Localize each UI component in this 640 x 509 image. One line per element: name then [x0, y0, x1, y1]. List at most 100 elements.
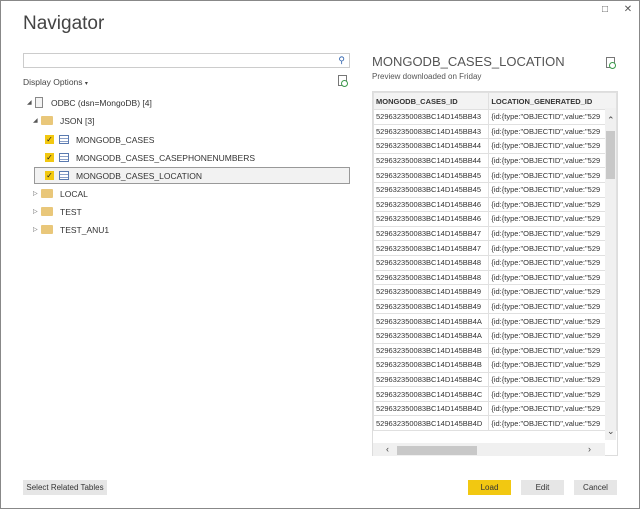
table-cell: 529632350083BC14D145BB45	[373, 181, 490, 198]
table-row: 529632350083BC14D145BB48 {id:{type:"OBJEC…	[373, 269, 617, 286]
table-cell: {id:{type:"OBJECTID",value:"529	[488, 181, 617, 198]
table-icon	[59, 171, 69, 180]
folder-icon	[41, 189, 53, 198]
table-row: 529632350083BC14D145BB45 {id:{type:"OBJEC…	[373, 181, 617, 198]
table-row: 529632350083BC14D145BB4C {id:{type:"OBJEC…	[373, 371, 617, 388]
select-related-tables-button[interactable]: Select Related Tables	[23, 480, 107, 495]
table-cell: {id:{type:"OBJECTID",value:"529	[488, 109, 617, 125]
table-cell: {id:{type:"OBJECTID",value:"529	[488, 196, 617, 213]
table-cell: 529632350083BC14D145BB4C	[373, 371, 490, 388]
expanded-icon[interactable]: ◢	[33, 117, 41, 124]
table-cell: 529632350083BC14D145BB4B	[373, 342, 490, 359]
table-cell: 529632350083BC14D145BB49	[373, 298, 490, 315]
tree-node-folder[interactable]: ▷ TEST	[33, 203, 82, 220]
table-row: 529632350083BC14D145BB4B {id:{type:"OBJEC…	[373, 342, 617, 359]
table-cell: 529632350083BC14D145BB43	[373, 109, 490, 125]
checkbox[interactable]: ✓	[45, 153, 54, 162]
table-row: 529632350083BC14D145BB4B {id:{type:"OBJEC…	[373, 357, 617, 373]
scroll-down-icon[interactable]: ⌄	[607, 426, 615, 437]
table-cell: {id:{type:"OBJECTID",value:"529	[488, 123, 617, 140]
node-label: MONGODB_CASES	[76, 134, 155, 145]
table-row: 529632350083BC14D145BB45 {id:{type:"OBJEC…	[373, 167, 617, 183]
collapsed-icon[interactable]: ▷	[33, 226, 41, 233]
node-label: JSON [3]	[60, 115, 95, 126]
folder-icon	[41, 116, 53, 125]
dialog-title: Navigator	[23, 13, 105, 34]
preview-subtitle: Preview downloaded on Friday	[372, 72, 482, 81]
table-cell: {id:{type:"OBJECTID",value:"529	[488, 211, 617, 227]
tree-item-table[interactable]: ✓ MONGODB_CASES	[45, 131, 154, 148]
scroll-left-icon[interactable]: ‹	[386, 444, 389, 454]
table-cell: 529632350083BC14D145BB46	[373, 211, 490, 227]
table-cell: 529632350083BC14D145BB46	[373, 196, 490, 213]
tree-node-folder[interactable]: ▷ TEST_ANU1	[33, 221, 109, 238]
preview-refresh-icon[interactable]	[606, 57, 616, 69]
table-cell: 529632350083BC14D145BB4D	[373, 415, 490, 432]
table-row: 529632350083BC14D145BB4A {id:{type:"OBJEC…	[373, 327, 617, 344]
table-cell: {id:{type:"OBJECTID",value:"529	[488, 167, 617, 183]
tree-node-json[interactable]: ◢ JSON [3]	[33, 112, 94, 129]
preview-title: MONGODB_CASES_LOCATION	[372, 54, 565, 69]
close-button[interactable]: ✕	[621, 4, 635, 15]
scroll-up-icon[interactable]: ⌃	[607, 115, 615, 126]
table-row: 529632350083BC14D145BB44 {id:{type:"OBJEC…	[373, 152, 617, 169]
node-label: TEST	[60, 206, 82, 217]
folder-icon	[41, 225, 53, 234]
table-cell: 529632350083BC14D145BB4A	[373, 327, 490, 344]
table-cell: {id:{type:"OBJECTID",value:"529	[488, 138, 617, 154]
node-label: ODBC (dsn=MongoDB) [4]	[51, 97, 152, 108]
table-row: 529632350083BC14D145BB46 {id:{type:"OBJEC…	[373, 211, 617, 227]
table-cell: {id:{type:"OBJECTID",value:"529	[488, 254, 617, 271]
table-cell: 529632350083BC14D145BB43	[373, 123, 490, 140]
refresh-icon[interactable]	[338, 75, 348, 87]
table-row: 529632350083BC14D145BB43 {id:{type:"OBJEC…	[373, 123, 617, 140]
table-row: 529632350083BC14D145BB49 {id:{type:"OBJEC…	[373, 298, 617, 315]
table-cell: {id:{type:"OBJECTID",value:"529	[488, 386, 617, 402]
expanded-icon[interactable]: ◢	[27, 99, 35, 106]
table-row: 529632350083BC14D145BB4D {id:{type:"OBJEC…	[373, 400, 617, 417]
table-cell: {id:{type:"OBJECTID",value:"529	[488, 342, 617, 359]
table-row: 529632350083BC14D145BB4C {id:{type:"OBJEC…	[373, 386, 617, 402]
tree-item-table[interactable]: ✓ MONGODB_CASES_CASEPHONENUMBERS	[45, 149, 255, 166]
checkbox[interactable]: ✓	[45, 171, 54, 180]
table-cell: {id:{type:"OBJECTID",value:"529	[488, 357, 617, 373]
table-row: 529632350083BC14D145BB44 {id:{type:"OBJEC…	[373, 138, 617, 154]
table-row: 529632350083BC14D145BB43 {id:{type:"OBJEC…	[373, 109, 617, 125]
display-options-label: Display Options	[23, 77, 83, 87]
display-options-dropdown[interactable]: Display Options ▾	[23, 77, 88, 87]
collapsed-icon[interactable]: ▷	[33, 190, 41, 197]
collapsed-icon[interactable]: ▷	[33, 208, 41, 215]
table-cell: 529632350083BC14D145BB4A	[373, 313, 490, 329]
table-cell: 529632350083BC14D145BB44	[373, 152, 490, 169]
table-cell: {id:{type:"OBJECTID",value:"529	[488, 152, 617, 169]
checkbox[interactable]: ✓	[45, 135, 54, 144]
table-cell: 529632350083BC14D145BB47	[373, 240, 490, 256]
chevron-down-icon: ▾	[84, 81, 88, 87]
table-row: 529632350083BC14D145BB46 {id:{type:"OBJEC…	[373, 196, 617, 213]
preview-table: MONGODB_CASES_ID LOCATION_GENERATED_ID 52…	[372, 91, 618, 456]
table-cell: 529632350083BC14D145BB4C	[373, 386, 490, 402]
edit-button[interactable]: Edit	[521, 480, 564, 495]
tree-node-odbc[interactable]: ◢ ODBC (dsn=MongoDB) [4]	[27, 94, 152, 111]
vertical-scroll-thumb[interactable]	[606, 131, 615, 179]
node-label: TEST_ANU1	[60, 224, 110, 235]
folder-icon	[41, 207, 53, 216]
column-header: LOCATION_GENERATED_ID	[488, 92, 617, 110]
table-icon	[59, 153, 69, 162]
search-icon[interactable]: ⚲	[338, 55, 345, 66]
table-row: 529632350083BC14D145BB4D {id:{type:"OBJEC…	[373, 415, 617, 432]
table-row: 529632350083BC14D145BB4A {id:{type:"OBJEC…	[373, 313, 617, 329]
table-cell: {id:{type:"OBJECTID",value:"529	[488, 284, 617, 300]
cancel-button[interactable]: Cancel	[574, 480, 617, 495]
tree-item-table[interactable]: ✓ MONGODB_CASES_LOCATION	[34, 167, 350, 184]
restore-button[interactable]: □	[598, 4, 612, 15]
table-cell: {id:{type:"OBJECTID",value:"529	[488, 269, 617, 286]
load-button[interactable]: Load	[468, 480, 511, 495]
search-input[interactable]: ⚲	[23, 53, 350, 68]
tree-node-folder[interactable]: ▷ LOCAL	[33, 185, 88, 202]
table-cell: {id:{type:"OBJECTID",value:"529	[488, 313, 617, 329]
scroll-right-icon[interactable]: ›	[588, 444, 591, 454]
table-cell: 529632350083BC14D145BB44	[373, 138, 490, 154]
horizontal-scroll-thumb[interactable]	[397, 446, 477, 455]
table-cell: 529632350083BC14D145BB4B	[373, 357, 490, 373]
